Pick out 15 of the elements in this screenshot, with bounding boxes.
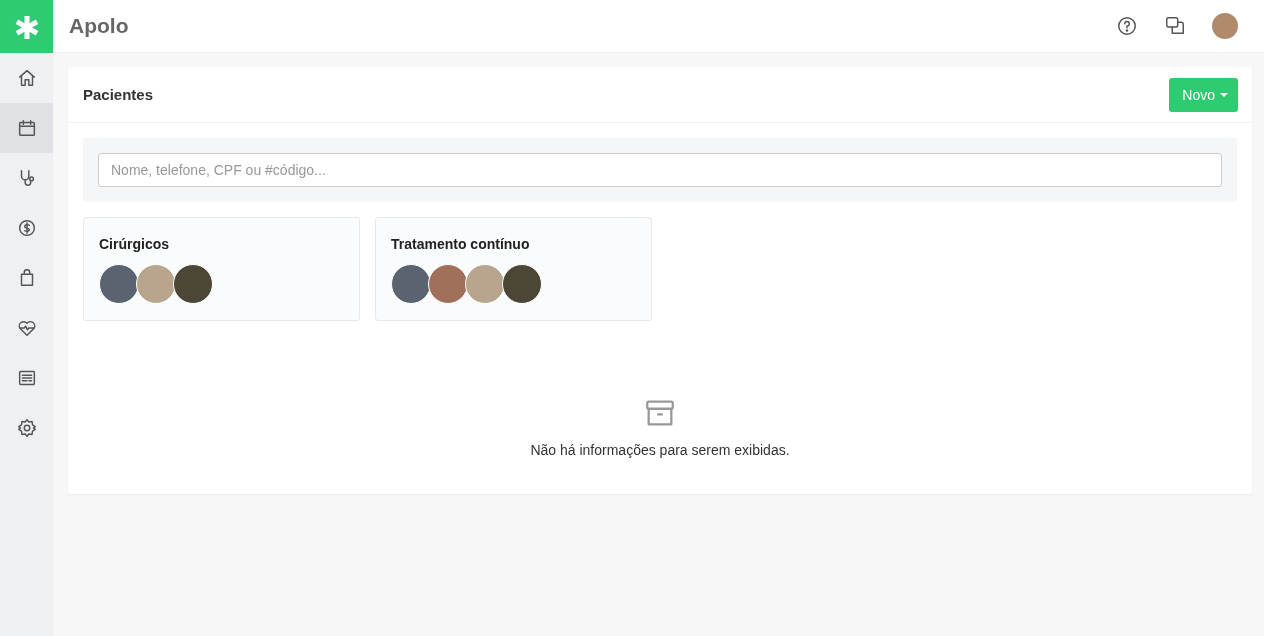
panel-title: Pacientes — [83, 86, 154, 103]
search-field[interactable]: Nome, telefone, CPF ou #código... — [98, 153, 1222, 187]
caret-icon — [1220, 92, 1228, 97]
group-card[interactable]: Tratamento contínuo — [375, 217, 652, 321]
sidebar-item[interactable] — [0, 103, 53, 153]
chat-icon[interactable] — [1164, 15, 1186, 37]
user-avatar[interactable] — [1212, 13, 1238, 39]
empty-message: Não há informações para serem exibidas. — [530, 442, 790, 458]
group-title: Cirúrgicos — [99, 236, 170, 252]
settings-icon — [15, 417, 38, 439]
group-card[interactable]: Cirúrgicos — [83, 217, 360, 321]
app-title: Apolo — [69, 14, 130, 38]
help-icon[interactable] — [1116, 15, 1138, 37]
group-title: Tratamento contínuo — [391, 236, 531, 252]
asterisk-logo-icon — [14, 14, 39, 39]
